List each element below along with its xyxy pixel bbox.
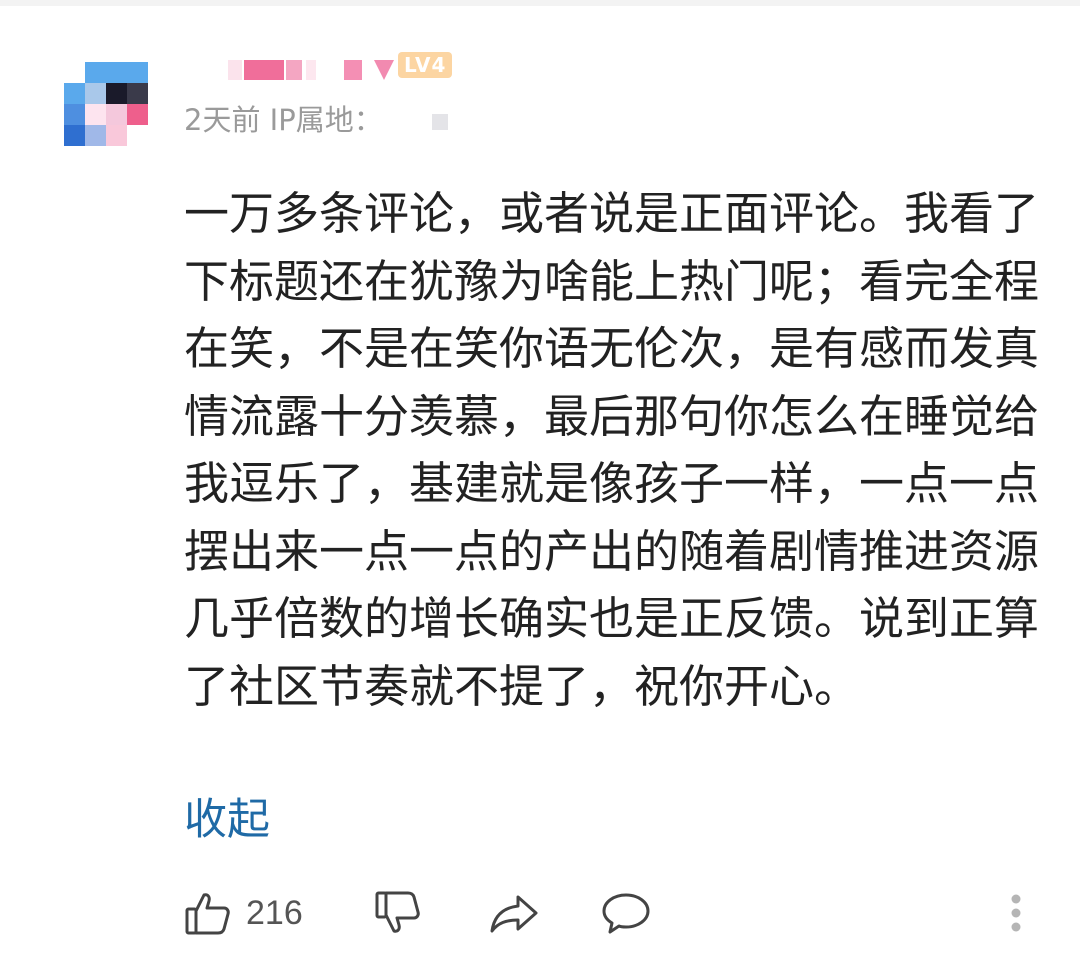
comment-icon bbox=[602, 893, 650, 934]
ip-location-label: IP属地： bbox=[269, 103, 383, 137]
like-button[interactable]: 216 bbox=[184, 878, 303, 948]
more-icon bbox=[1011, 894, 1021, 932]
more-button[interactable] bbox=[1006, 878, 1026, 948]
post-time: 2天前 bbox=[184, 103, 261, 137]
ip-location-mosaic bbox=[431, 114, 448, 130]
username[interactable] bbox=[228, 60, 398, 82]
action-bar: 216 bbox=[0, 878, 1080, 948]
comment-meta: 2天前 IP属地： bbox=[184, 100, 448, 140]
comment-text: 一万多条评论，或者说是正面评论。我看了下标题还在犹豫为啥能上热门呢；看完全程在笑… bbox=[184, 187, 1040, 713]
reply-button[interactable] bbox=[600, 878, 652, 948]
share-icon bbox=[490, 895, 538, 933]
thumbs-down-icon bbox=[375, 891, 420, 933]
like-count: 216 bbox=[246, 893, 303, 932]
top-divider bbox=[0, 0, 1080, 6]
comment-card: LV4 2天前 IP属地： 一万多条评论，或者说是正面评论。我看了下标题还在犹豫… bbox=[0, 0, 1080, 964]
thumbs-up-icon bbox=[185, 893, 230, 935]
collapse-button[interactable]: 收起 bbox=[184, 790, 270, 850]
share-button[interactable] bbox=[488, 878, 540, 948]
dislike-button[interactable] bbox=[374, 878, 422, 948]
avatar[interactable] bbox=[64, 62, 148, 146]
level-badge: LV4 bbox=[398, 52, 453, 78]
